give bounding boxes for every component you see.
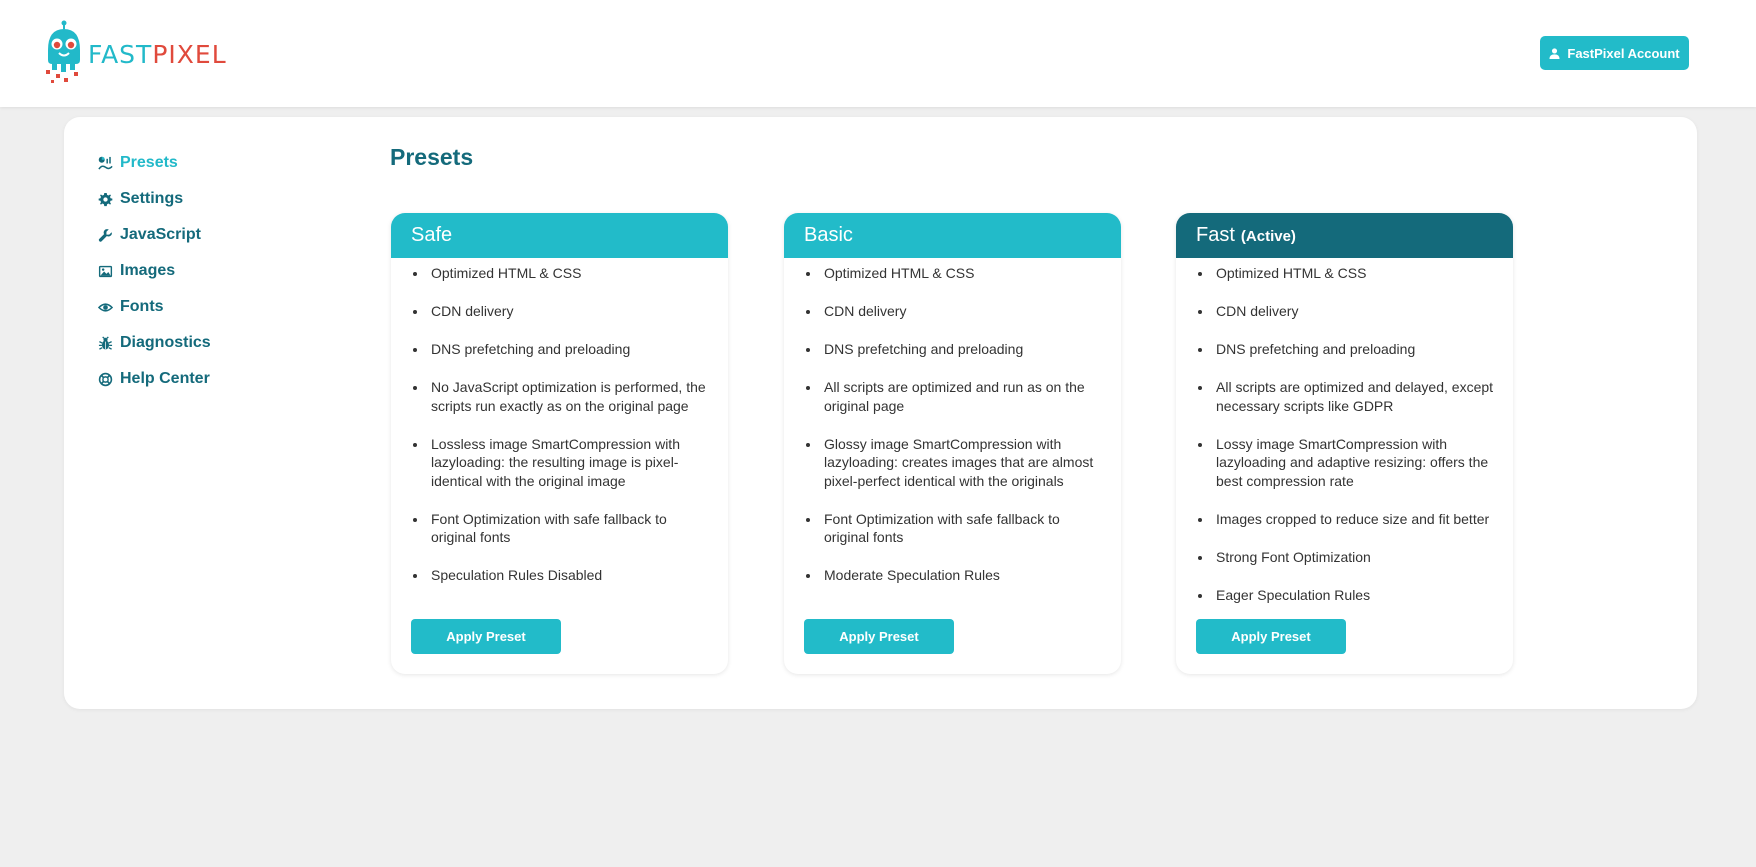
feature-item: Eager Speculation Rules	[1196, 586, 1497, 605]
sidebar-item-presets[interactable]: Presets	[97, 145, 317, 181]
sidebar-nav: Presets Settings JavaScript Images Fonts…	[97, 145, 317, 397]
feature-item: Images cropped to reduce size and fit be…	[1196, 510, 1497, 529]
fastpixel-logo[interactable]: FASTPIXEL	[44, 20, 227, 84]
sidebar-item-settings[interactable]: Settings	[97, 181, 317, 217]
lifebuoy-icon	[97, 371, 113, 387]
apply-preset-button[interactable]: Apply Preset	[1196, 619, 1346, 654]
fastpixel-account-button[interactable]: FastPixel Account	[1540, 36, 1689, 70]
preset-card-safe: Safe Optimized HTML & CSS CDN delivery D…	[391, 213, 728, 674]
preset-feature-list: Optimized HTML & CSS CDN delivery DNS pr…	[391, 258, 728, 585]
sidebar-item-help-center[interactable]: Help Center	[97, 361, 317, 397]
preset-feature-list: Optimized HTML & CSS CDN delivery DNS pr…	[784, 258, 1121, 585]
sidebar-item-images[interactable]: Images	[97, 253, 317, 289]
preset-card-header: Fast (Active)	[1176, 213, 1513, 258]
sidebar-item-javascript[interactable]: JavaScript	[97, 217, 317, 253]
image-icon	[97, 263, 113, 279]
user-icon	[1549, 47, 1560, 59]
preset-name: Basic	[804, 224, 853, 246]
feature-item: Optimized HTML & CSS	[1196, 264, 1497, 283]
feature-item: Lossy image SmartCompression with lazylo…	[1196, 435, 1497, 491]
feature-item: All scripts are optimized and delayed, e…	[1196, 378, 1497, 415]
apply-preset-button[interactable]: Apply Preset	[411, 619, 561, 654]
sidebar-item-label: Images	[120, 262, 176, 279]
preset-card-header: Safe	[391, 213, 728, 258]
eye-icon	[97, 299, 113, 315]
feature-item: Moderate Speculation Rules	[804, 566, 1105, 585]
feature-item: Font Optimization with safe fallback to …	[804, 510, 1105, 547]
presets-chart-icon	[97, 155, 113, 171]
robot-logo-icon	[46, 20, 80, 83]
apply-preset-button[interactable]: Apply Preset	[804, 619, 954, 654]
sidebar-item-label: Fonts	[120, 298, 164, 315]
preset-name: Safe	[411, 224, 453, 246]
feature-item: DNS prefetching and preloading	[1196, 340, 1497, 359]
feature-item: Speculation Rules Disabled	[411, 566, 712, 585]
wrench-icon	[97, 227, 113, 243]
logo-text: FASTPIXEL	[88, 40, 227, 69]
feature-item: Optimized HTML & CSS	[411, 264, 712, 283]
feature-item: Glossy image SmartCompression with lazyl…	[804, 435, 1105, 491]
sidebar-item-label: Diagnostics	[120, 334, 211, 351]
page-title: Presets	[390, 144, 474, 170]
active-badge: (Active)	[1240, 228, 1296, 245]
feature-item: Optimized HTML & CSS	[804, 264, 1105, 283]
gear-icon	[97, 191, 113, 207]
feature-item: DNS prefetching and preloading	[411, 340, 712, 359]
preset-card-header: Basic	[784, 213, 1121, 258]
sidebar-item-fonts[interactable]: Fonts	[97, 289, 317, 325]
feature-item: Font Optimization with safe fallback to …	[411, 510, 712, 547]
logo-text-fast: FAST	[88, 39, 153, 69]
account-button-label: FastPixel Account	[1567, 45, 1680, 61]
feature-item: Lossless image SmartCompression with laz…	[411, 435, 712, 491]
logo-text-pixel: PIXEL	[152, 39, 227, 69]
feature-item: CDN delivery	[1196, 302, 1497, 321]
sidebar-item-label: Help Center	[120, 370, 210, 387]
feature-item: CDN delivery	[411, 302, 712, 321]
feature-item: All scripts are optimized and run as on …	[804, 378, 1105, 415]
preset-name: Fast	[1196, 224, 1235, 246]
sidebar-item-diagnostics[interactable]: Diagnostics	[97, 325, 317, 361]
feature-item: CDN delivery	[804, 302, 1105, 321]
sidebar-item-label: Presets	[120, 154, 178, 171]
sidebar-item-label: JavaScript	[120, 226, 201, 243]
preset-card-fast: Fast (Active) Optimized HTML & CSS CDN d…	[1176, 213, 1513, 674]
preset-feature-list: Optimized HTML & CSS CDN delivery DNS pr…	[1176, 258, 1513, 604]
feature-item: DNS prefetching and preloading	[804, 340, 1105, 359]
bug-icon	[97, 335, 113, 351]
feature-item: Strong Font Optimization	[1196, 548, 1497, 567]
sidebar-item-label: Settings	[120, 190, 184, 207]
feature-item: No JavaScript optimization is performed,…	[411, 378, 712, 415]
top-bar: FASTPIXEL FastPixel Account	[0, 0, 1756, 107]
preset-card-basic: Basic Optimized HTML & CSS CDN delivery …	[784, 213, 1121, 674]
